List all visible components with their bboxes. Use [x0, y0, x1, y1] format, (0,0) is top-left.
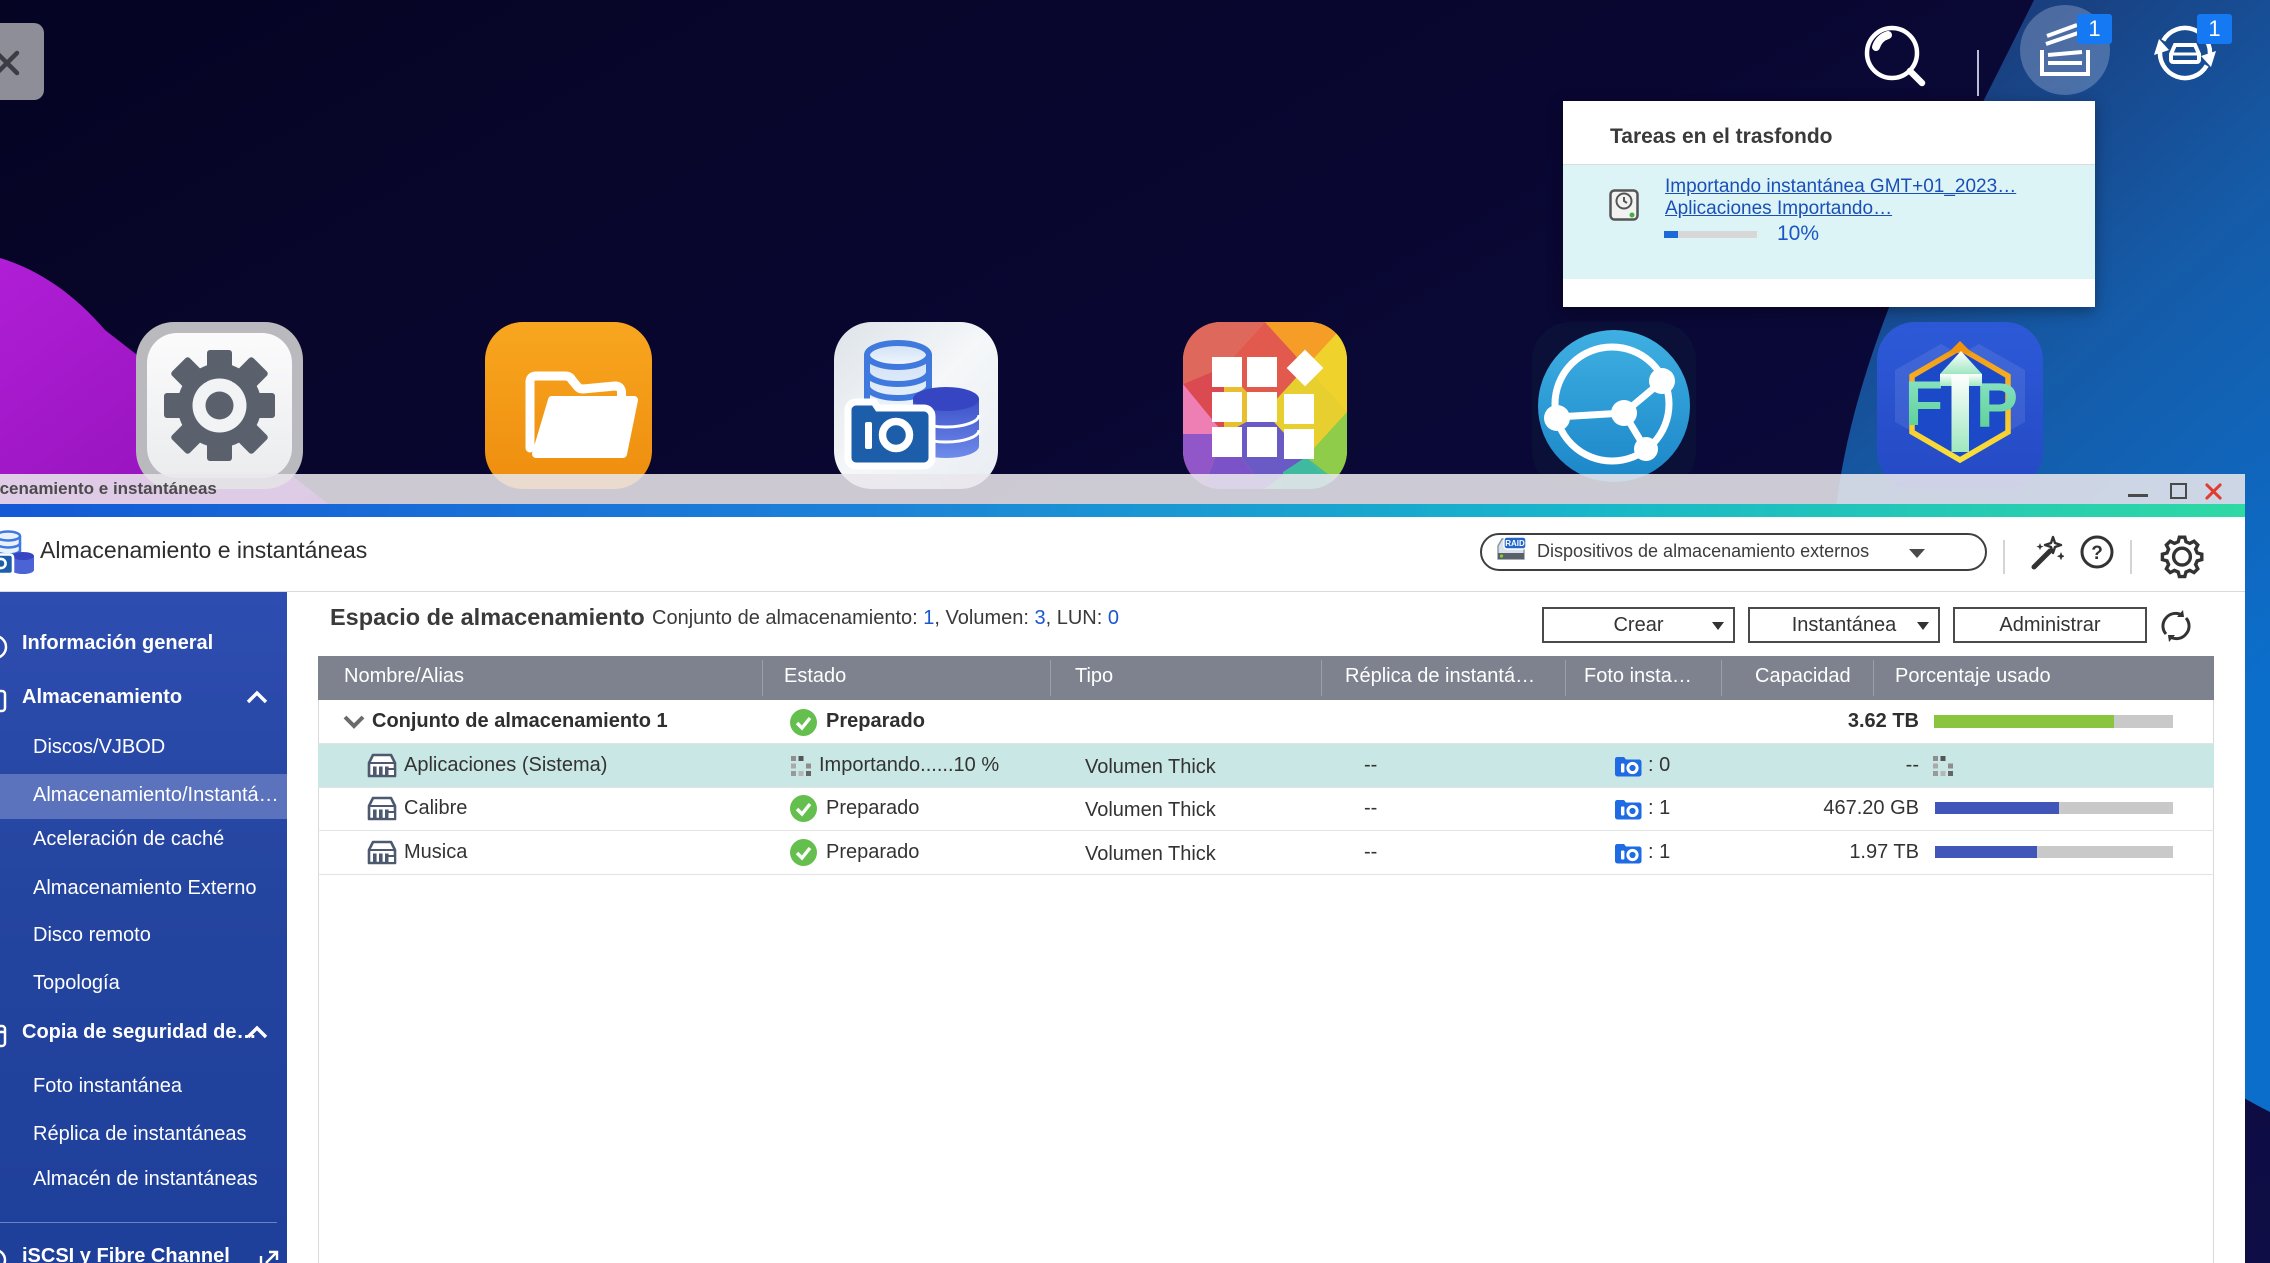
svg-text:RAID: RAID [1505, 539, 1525, 548]
svg-text:F: F [1905, 369, 1943, 439]
svg-text:?: ? [2091, 543, 2103, 564]
svg-text:P: P [1976, 371, 2018, 441]
